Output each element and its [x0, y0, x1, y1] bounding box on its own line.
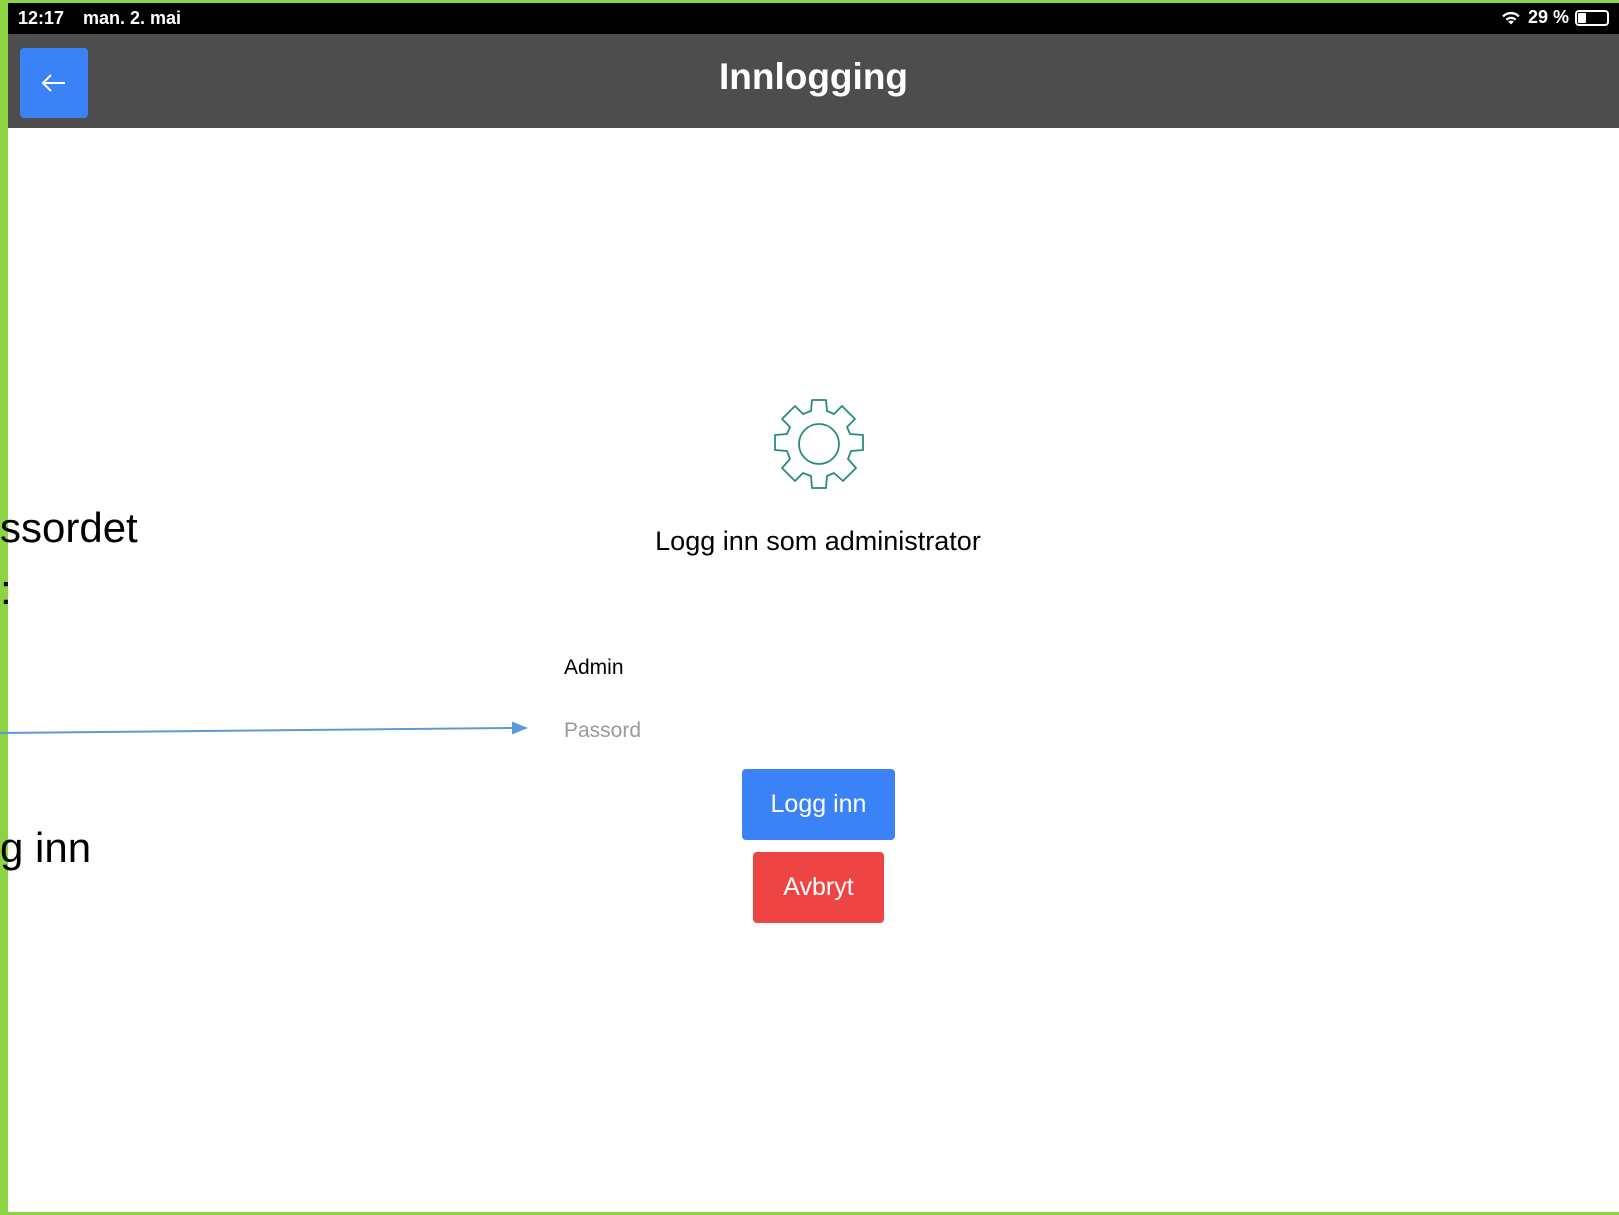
status-time: 12:17	[18, 8, 65, 28]
annotation-text-3: g inn	[0, 824, 92, 871]
cancel-button[interactable]: Avbryt	[753, 852, 884, 923]
status-date: man. 2. mai	[83, 8, 182, 28]
gear-icon	[774, 399, 864, 489]
username-field[interactable]	[564, 650, 1064, 686]
page-title: Innlogging	[718, 56, 909, 97]
header-bar: Innlogging	[8, 34, 1619, 128]
login-button[interactable]: Logg inn	[742, 769, 895, 840]
password-field[interactable]	[564, 713, 1064, 749]
annotation-text-2: :	[0, 566, 12, 613]
battery-fill	[1578, 12, 1587, 23]
login-heading: Logg inn som administrator	[655, 526, 981, 556]
wifi-icon	[1500, 9, 1522, 26]
annotation-arrow	[0, 721, 528, 735]
annotation-text-1: ssordet	[0, 504, 138, 551]
status-bar: 12:17 man. 2. mai 29 %	[8, 3, 1619, 34]
battery-icon	[1575, 9, 1609, 26]
battery-percentage: 29 %	[1527, 7, 1569, 27]
status-indicators: 29 %	[1500, 7, 1609, 28]
